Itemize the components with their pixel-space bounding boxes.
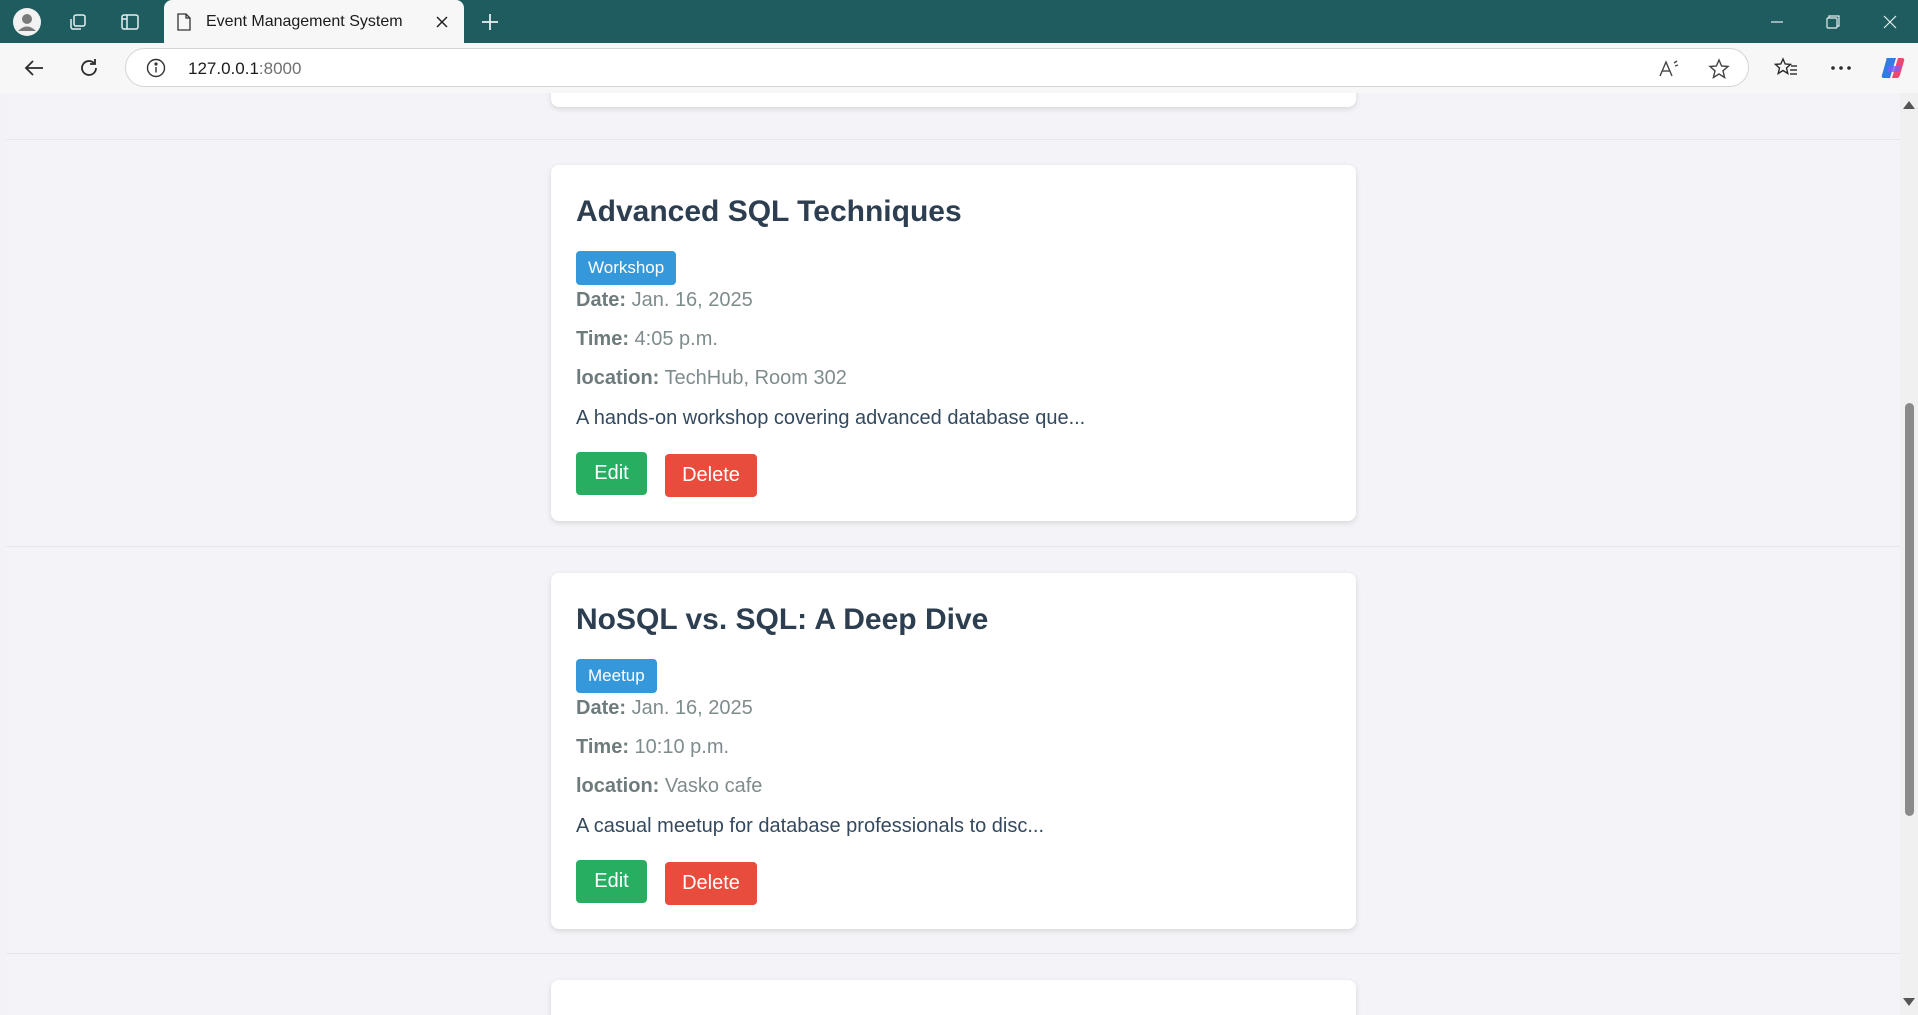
close-tab-icon[interactable] — [426, 6, 458, 38]
favorite-star-icon[interactable] — [1704, 54, 1734, 84]
scrollbar-thumb[interactable] — [1905, 403, 1914, 816]
event-date: Date: Jan. 16, 2025 — [576, 697, 753, 720]
refresh-icon[interactable] — [73, 52, 105, 84]
event-card: Advanced SQL Techniques Workshop Date: J… — [551, 165, 1356, 521]
close-window-icon[interactable] — [1862, 0, 1918, 43]
copilot-icon[interactable] — [1878, 52, 1910, 84]
date-value: Jan. 16, 2025 — [631, 289, 753, 311]
time-value: 4:05 p.m. — [634, 328, 718, 350]
read-aloud-icon[interactable] — [1654, 54, 1684, 84]
browser-tab-active[interactable]: Event Management System — [164, 0, 464, 43]
location-value: TechHub, Room 302 — [664, 367, 847, 389]
event-time: Time: 4:05 p.m. — [576, 328, 718, 351]
page-document-icon — [177, 12, 191, 31]
address-bar[interactable]: 127.0.0.1:8000 — [125, 48, 1749, 87]
event-date: Date: Jan. 16, 2025 — [576, 289, 753, 312]
more-options-icon[interactable] — [1825, 52, 1857, 84]
profile-avatar-icon[interactable] — [11, 6, 43, 38]
event-description: A casual meetup for database professiona… — [576, 815, 1045, 837]
time-label: Time: — [576, 736, 629, 758]
card-divider — [6, 953, 1900, 954]
new-tab-icon[interactable] — [474, 6, 506, 38]
delete-button[interactable]: Delete — [665, 862, 757, 905]
time-label: Time: — [576, 328, 629, 350]
minimize-window-icon[interactable] — [1749, 0, 1805, 43]
event-card-next — [551, 980, 1356, 1015]
site-info-icon[interactable] — [146, 58, 166, 78]
event-category-badge: Meetup — [576, 659, 657, 693]
url-port: :8000 — [258, 59, 302, 78]
favorites-icon[interactable] — [1770, 52, 1802, 84]
scroll-up-arrow-icon[interactable] — [1903, 101, 1915, 109]
location-label: location: — [576, 367, 660, 389]
event-location: location: Vasko cafe — [576, 775, 762, 798]
browser-titlebar: Event Management System — [0, 0, 1918, 43]
event-description: A hands-on workshop covering advanced da… — [576, 407, 1086, 429]
date-label: Date: — [576, 697, 627, 719]
edit-button[interactable]: Edit — [576, 860, 647, 903]
event-card-previous — [551, 93, 1356, 107]
url-text: 127.0.0.1:8000 — [188, 59, 301, 79]
restore-window-icon[interactable] — [1805, 0, 1861, 43]
browser-toolbar: 127.0.0.1:8000 — [0, 43, 1918, 93]
scroll-down-arrow-icon[interactable] — [1903, 998, 1915, 1006]
card-divider — [6, 139, 1900, 140]
page-scrollbar[interactable] — [1900, 93, 1918, 1015]
edit-button[interactable]: Edit — [576, 452, 647, 495]
workspaces-icon[interactable] — [62, 6, 94, 38]
url-host: 127.0.0.1 — [188, 59, 259, 78]
event-title: NoSQL vs. SQL: A Deep Dive — [576, 603, 989, 636]
page-viewport: Advanced SQL Techniques Workshop Date: J… — [6, 93, 1900, 1015]
date-value: Jan. 16, 2025 — [631, 697, 753, 719]
event-card: NoSQL vs. SQL: A Deep Dive Meetup Date: … — [551, 573, 1356, 929]
vertical-tabs-icon[interactable] — [114, 6, 146, 38]
back-arrow-icon[interactable] — [18, 52, 50, 84]
delete-button[interactable]: Delete — [665, 454, 757, 497]
time-value: 10:10 p.m. — [634, 736, 730, 758]
event-category-badge: Workshop — [576, 251, 677, 285]
event-time: Time: 10:10 p.m. — [576, 736, 729, 759]
location-value: Vasko cafe — [664, 775, 763, 797]
tab-title: Event Management System — [206, 12, 403, 30]
location-label: location: — [576, 775, 660, 797]
card-divider — [6, 546, 1900, 547]
event-title: Advanced SQL Techniques — [576, 195, 962, 228]
date-label: Date: — [576, 289, 627, 311]
event-location: location: TechHub, Room 302 — [576, 367, 847, 390]
